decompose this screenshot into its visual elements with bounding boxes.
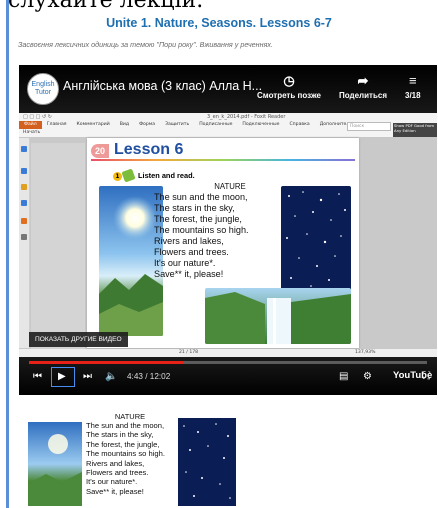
pdf-thumbnail-pane	[31, 143, 85, 349]
bookmark-icon	[21, 168, 27, 174]
excerpt-poem-line: It's our nature*.	[86, 477, 138, 487]
playlist-counter: 3/18	[405, 91, 421, 100]
subtitles-icon[interactable]: ▤	[339, 371, 348, 383]
lesson-subtitle: Засвоєння лексичних одиниць за темою "По…	[18, 40, 274, 49]
player-controls: ⏮ ▶ ⏭ 🔈 4:43 / 12:02 ▤ ⚙ YouTube ⛶	[19, 357, 437, 395]
comment-icon	[21, 184, 27, 190]
lesson-title: Unite 1. Nature, Seasons. Lessons 6-7	[106, 16, 332, 30]
playlist-icon: ≡	[408, 73, 417, 88]
more-videos-button[interactable]: ПОКАЗАТЬ ДРУГИЕ ВИДЕО	[29, 332, 128, 347]
pdf-menu-item: Комментарий	[76, 122, 110, 127]
pdf-side-tools	[19, 138, 30, 348]
excerpt-night-sky-photo	[178, 418, 236, 506]
time-display: 4:43 / 12:02	[127, 372, 171, 381]
hand-tool-icon	[21, 146, 27, 152]
skip-next-icon[interactable]: ⏭	[83, 371, 92, 383]
pdf-status-bar: 21 / 178 137,93%	[19, 349, 437, 357]
lesson-heading: Lesson 6	[114, 141, 184, 158]
video-player[interactable]: English Tutor Англійська мова (3 клас) А…	[19, 65, 437, 395]
poem-line: The stars in the sky,	[154, 203, 235, 213]
watch-later-label: Смотреть позже	[257, 91, 321, 100]
excerpt-poem-line: The mountains so high.	[86, 449, 165, 459]
poem-excerpt-image: NATURE The sun and the moon, The stars i…	[28, 412, 238, 508]
pdf-search-box: Поиск	[347, 122, 391, 131]
excerpt-poem-line: The sun and the moon,	[86, 421, 165, 430]
pdf-menu-item: Защитить	[165, 122, 190, 127]
waterfall-photo	[205, 288, 351, 344]
poem-line: The forest, the jungle,	[154, 214, 242, 224]
pdf-menu-item: Подключенные	[242, 122, 280, 127]
playlist-button[interactable]: ≡ 3/18	[405, 73, 421, 100]
pdf-reader-frame: □ □ □ ↺ ↻ 3_en_k_2014.pdf - Foxit Reader…	[19, 113, 437, 357]
pdf-ribbon: □ □ □ ↺ ↻ 3_en_k_2014.pdf - Foxit Reader…	[19, 113, 437, 138]
progress-fill	[29, 361, 185, 364]
share-button[interactable]: ➦ Поделиться	[339, 73, 387, 100]
excerpt-poem-line: Save** it, please!	[86, 486, 144, 496]
poem-line: The mountains so high.	[154, 225, 249, 235]
lesson-number-badge: 20	[91, 144, 109, 158]
quick-access-toolbar: □ □ □ ↺ ↻	[23, 114, 52, 120]
poem-line: Rivers and lakes,	[154, 236, 224, 246]
book-icon	[121, 168, 136, 183]
pdf-menu-item: Справка	[289, 122, 310, 127]
pdf-app-title: 3_en_k_2014.pdf - Foxit Reader	[207, 114, 286, 120]
signature-icon	[21, 234, 27, 240]
excerpt-poem-title: NATURE	[114, 412, 146, 421]
play-icon: ▶	[58, 371, 66, 382]
page-counter: 21 / 178	[179, 350, 199, 355]
poem-line: It's our nature*.	[154, 258, 216, 268]
pdf-menu-item: Подписанные	[199, 122, 233, 127]
video-title[interactable]: Англійська мова (3 клас) Алла Н...	[63, 79, 262, 93]
pdf-tip-popup: Show PDF Good from Any Edition	[393, 123, 437, 137]
zoom-level: 137,93%	[355, 350, 376, 355]
pdf-menu-item: Вид	[119, 122, 130, 127]
cut-off-text: слухайте лекцій.	[8, 0, 204, 13]
video-header: English Tutor Англійська мова (3 клас) А…	[19, 65, 437, 113]
content-left-border	[6, 0, 9, 508]
volume-icon[interactable]: 🔈	[105, 371, 117, 383]
pdf-menu-item: Файл	[19, 121, 42, 129]
poem-title: NATURE	[214, 182, 246, 191]
progress-bar[interactable]	[29, 361, 427, 364]
poem-line: Save** it, please!	[154, 269, 224, 279]
skip-back-icon[interactable]: ⏮	[33, 371, 42, 383]
share-label: Поделиться	[339, 91, 388, 100]
excerpt-poem-line: Rivers and lakes,	[86, 458, 145, 468]
pdf-menu-item: Форма	[139, 122, 156, 127]
poem-line: Flowers and trees.	[154, 247, 229, 257]
task-number-badge: 1	[113, 172, 122, 181]
fullscreen-icon[interactable]: ⛶	[423, 371, 430, 383]
settings-gear-icon[interactable]: ⚙	[363, 371, 372, 383]
channel-avatar[interactable]: English Tutor	[27, 73, 59, 105]
share-arrow-icon: ➦	[357, 73, 369, 88]
excerpt-poem-line: The forest, the jungle,	[86, 439, 160, 449]
excerpt-poem-line: Flowers and trees.	[86, 468, 149, 478]
pdf-doc-tab: Начать	[23, 130, 41, 135]
excerpt-poem-line: The stars in the sky,	[86, 430, 154, 440]
attachment-icon	[21, 200, 27, 206]
pdf-page: 20 Lesson 6 1 Listen and read. NATURE Th…	[87, 138, 359, 348]
pdf-menu: Файл Главная Комментарий Вид Форма Защит…	[19, 121, 363, 129]
watch-later-button[interactable]: ◷ Смотреть позже	[257, 73, 321, 100]
excerpt-nature-photo	[28, 422, 82, 506]
layers-icon	[21, 218, 27, 224]
rainbow-stripe	[91, 159, 355, 161]
clock-icon: ◷	[283, 73, 295, 88]
task-instruction: Listen and read.	[138, 171, 195, 180]
pdf-menu-item: Главная	[46, 122, 67, 127]
poem-line: The sun and the moon,	[154, 192, 248, 202]
